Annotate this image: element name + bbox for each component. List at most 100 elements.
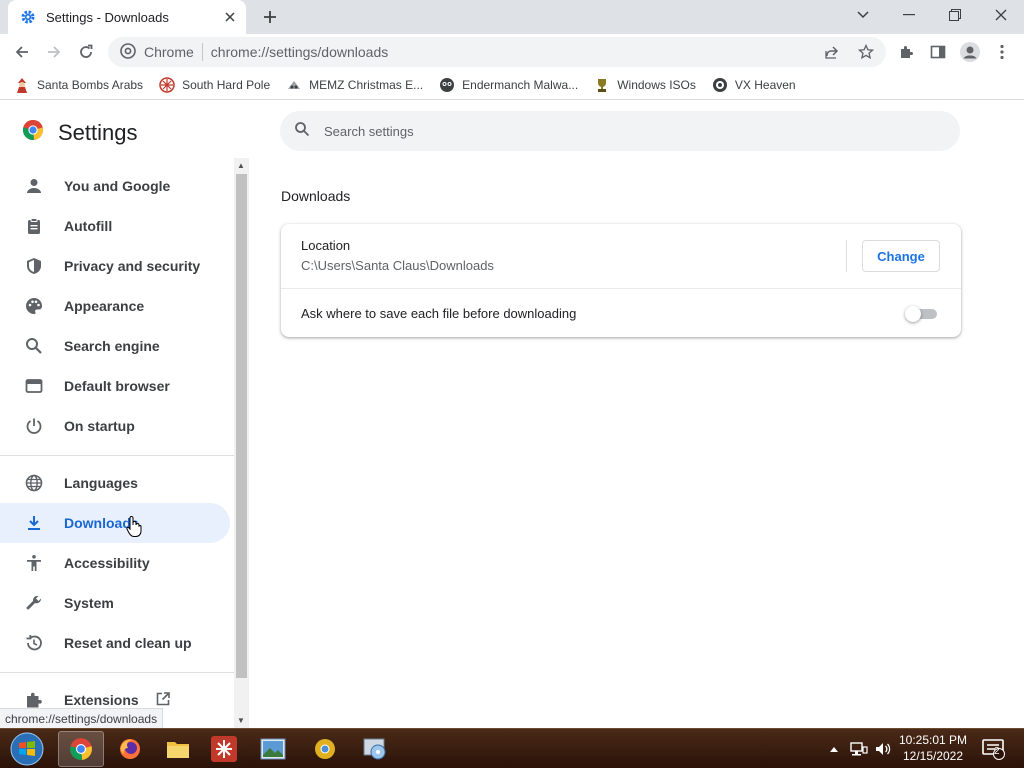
sidebar-item-privacy[interactable]: Privacy and security <box>0 246 230 286</box>
gear-icon <box>20 9 36 25</box>
sidebar-scrollbar[interactable]: ▲ ▼ <box>234 158 249 728</box>
taskbar-image-viewer[interactable] <box>250 731 296 767</box>
bookmark-endermanch-malware[interactable]: Endermanch Malwa... <box>439 77 578 93</box>
enderman-icon <box>439 77 455 93</box>
chrome-site-icon <box>120 42 136 62</box>
taskbar-installer[interactable] <box>352 731 398 767</box>
tray-overflow-icon[interactable] <box>826 729 842 769</box>
sidebar-item-label: Extensions <box>64 692 139 708</box>
reload-button[interactable] <box>72 38 100 66</box>
bookmark-santa-bombs-arabs[interactable]: Santa Bombs Arabs <box>14 77 143 93</box>
minimize-button[interactable] <box>886 0 932 30</box>
sidebar-item-reset[interactable]: Reset and clean up <box>0 623 230 663</box>
bookmark-vx-heaven[interactable]: VX Heaven <box>712 77 796 93</box>
network-icon[interactable] <box>848 729 870 769</box>
address-bar[interactable]: Chrome chrome://settings/downloads <box>108 37 886 67</box>
clock-date: 12/15/2022 <box>902 749 964 763</box>
extensions-icon[interactable] <box>892 38 920 66</box>
close-window-button[interactable] <box>978 0 1024 30</box>
downloads-section-title: Downloads <box>281 188 351 204</box>
row-divider <box>846 240 847 272</box>
bookmark-memz-christmas[interactable]: MEMZ Christmas E... <box>286 77 423 93</box>
notifications-icon[interactable]: 2 <box>980 729 1008 769</box>
tab-settings-downloads[interactable]: Settings - Downloads <box>8 0 246 34</box>
sidebar-divider <box>0 672 234 673</box>
sidebar-item-downloads[interactable]: Downloads <box>0 503 230 543</box>
toggle-knob <box>905 306 921 322</box>
menu-kebab-icon[interactable] <box>988 38 1016 66</box>
snowflake-icon <box>159 76 175 93</box>
search-icon <box>24 336 44 356</box>
sidebar-item-label: Privacy and security <box>64 258 201 274</box>
chrome-logo-icon <box>22 119 44 146</box>
bookmark-windows-isos[interactable]: Windows ISOs <box>594 77 696 93</box>
bookmark-south-hard-pole[interactable]: South Hard Pole <box>159 76 271 93</box>
restore-button[interactable] <box>932 0 978 30</box>
memz-icon <box>286 77 302 93</box>
sidebar-divider <box>0 455 234 456</box>
tab-strip: Settings - Downloads <box>0 0 1024 34</box>
close-tab-icon[interactable] <box>222 9 238 25</box>
person-icon <box>24 176 44 196</box>
sidebar-item-default-browser[interactable]: Default browser <box>0 366 230 406</box>
sidebar-item-label: Appearance <box>64 298 145 314</box>
downloads-card: Location C:\Users\Santa Claus\Downloads … <box>281 224 961 337</box>
taskbar-chrome-yellow[interactable] <box>302 731 348 767</box>
sidebar-item-search-engine[interactable]: Search engine <box>0 326 230 366</box>
ask-where-toggle[interactable] <box>905 306 939 322</box>
bookmarks-bar: Santa Bombs Arabs South Hard Pole MEMZ C… <box>0 70 1024 100</box>
scroll-up-arrow-icon[interactable]: ▲ <box>237 161 245 170</box>
taskbar-clock[interactable]: 10:25:01 PM 12/15/2022 <box>896 732 970 764</box>
sidebar-item-appearance[interactable]: Appearance <box>0 286 230 326</box>
share-icon[interactable] <box>822 42 842 62</box>
omnibox-divider <box>201 43 203 61</box>
sidebar-item-on-startup[interactable]: On startup <box>0 406 230 446</box>
bookmark-label: Windows ISOs <box>617 77 696 92</box>
bookmark-label: MEMZ Christmas E... <box>309 77 424 92</box>
shield-icon <box>24 256 44 276</box>
notification-count: 2 <box>994 746 1000 757</box>
accessibility-icon <box>24 553 44 573</box>
change-location-button[interactable]: Change <box>862 240 940 272</box>
back-button[interactable] <box>8 38 36 66</box>
sidebar-item-autofill[interactable]: Autofill <box>0 206 230 246</box>
taskbar: 10:25:01 PM 12/15/2022 2 <box>0 728 1024 768</box>
scrollbar-thumb[interactable] <box>236 174 247 678</box>
location-label: Location <box>301 238 351 253</box>
side-panel-icon[interactable] <box>924 38 952 66</box>
search-settings-box[interactable] <box>280 111 960 151</box>
sidebar-item-system[interactable]: System <box>0 583 230 623</box>
sidebar-item-label: Search engine <box>64 338 160 354</box>
bookmark-label: South Hard Pole <box>182 77 271 92</box>
sidebar-item-languages[interactable]: Languages <box>0 463 230 503</box>
settings-header: Settings <box>22 119 138 146</box>
scroll-down-arrow-icon[interactable]: ▼ <box>237 716 245 725</box>
volume-icon[interactable] <box>872 729 894 769</box>
clipboard-icon <box>24 216 44 236</box>
tab-title: Settings - Downloads <box>46 9 169 25</box>
taskbar-app-red[interactable] <box>201 731 247 767</box>
forward-button[interactable] <box>40 38 68 66</box>
sidebar-item-accessibility[interactable]: Accessibility <box>0 543 230 583</box>
url-text[interactable]: chrome://settings/downloads <box>211 44 388 60</box>
location-path: C:\Users\Santa Claus\Downloads <box>301 258 494 273</box>
sidebar-item-label: Autofill <box>64 218 113 234</box>
taskbar-firefox[interactable] <box>107 731 153 767</box>
bookmark-label: Endermanch Malwa... <box>462 77 579 92</box>
bookmark-label: Santa Bombs Arabs <box>37 77 144 92</box>
taskbar-chrome[interactable] <box>58 731 104 767</box>
sidebar-item-you-and-google[interactable]: You and Google <box>0 166 230 206</box>
settings-sidebar: You and Google Autofill Privacy and secu… <box>0 161 234 728</box>
bookmark-star-icon[interactable] <box>856 42 876 62</box>
sidebar-item-label: System <box>64 595 114 611</box>
search-settings-input[interactable] <box>324 123 884 139</box>
profile-avatar[interactable] <box>956 38 984 66</box>
new-tab-button[interactable] <box>258 5 282 29</box>
tab-search-icon[interactable] <box>840 0 886 30</box>
wrench-icon <box>24 593 44 613</box>
external-link-icon <box>155 691 171 710</box>
vx-icon <box>712 77 728 93</box>
start-button[interactable] <box>4 730 50 768</box>
globe-icon <box>24 473 44 493</box>
taskbar-explorer[interactable] <box>155 731 201 767</box>
